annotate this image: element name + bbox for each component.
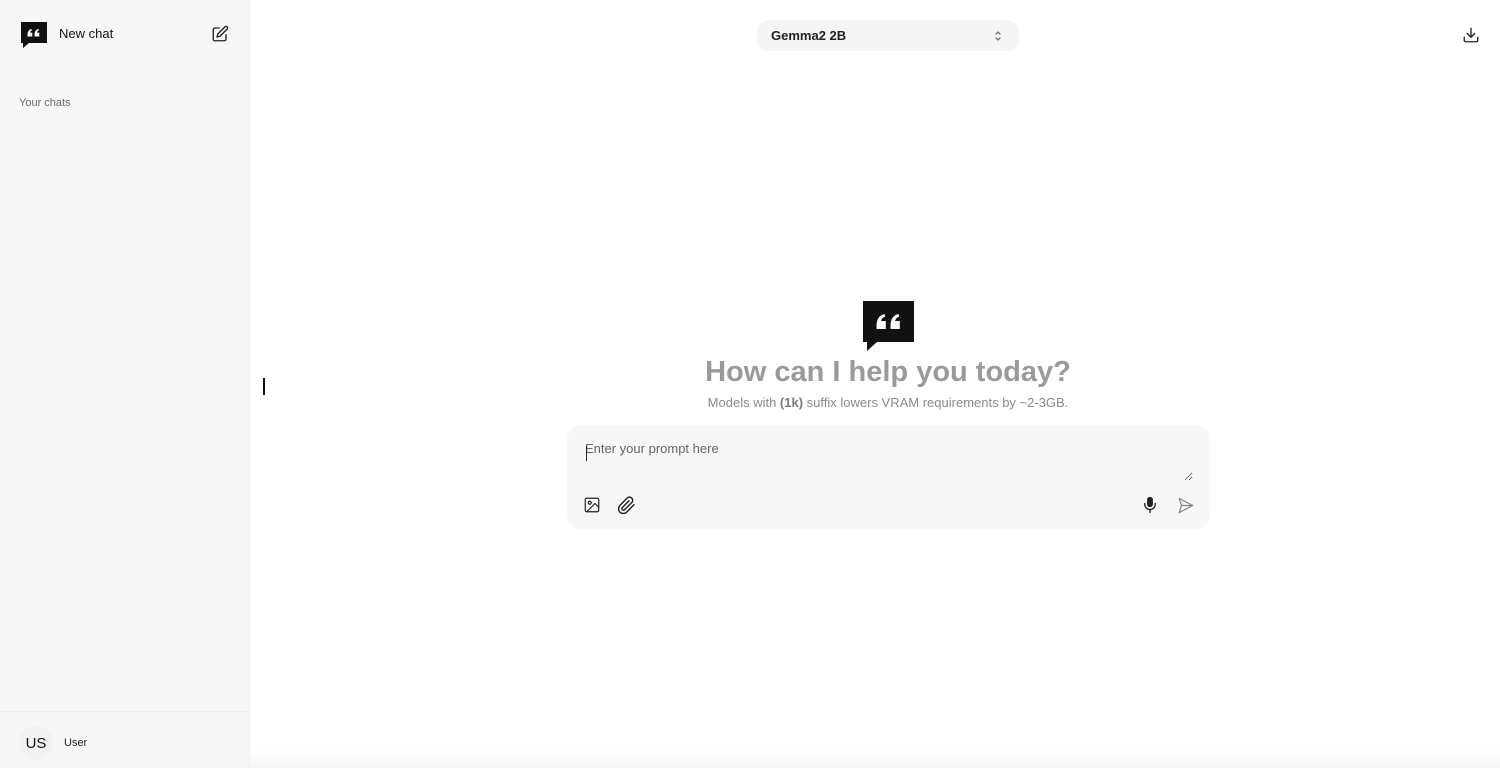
prompt-caret	[586, 446, 587, 461]
subtitle-bold: (1k)	[779, 395, 804, 410]
model-selected-value: Gemma2 2B	[771, 28, 847, 43]
voice-input-button[interactable]	[1138, 493, 1162, 517]
microphone-icon	[1144, 496, 1156, 514]
app-root: New chat Your chats US User Gemma2 2B Ho…	[0, 0, 1500, 768]
attach-file-button[interactable]	[614, 493, 638, 517]
image-icon	[584, 497, 600, 513]
quote-bubble-icon	[863, 301, 914, 351]
new-chat-row[interactable]: New chat	[0, 0, 250, 68]
send-icon	[1178, 497, 1193, 513]
edit-square-icon	[212, 25, 229, 42]
quote-bubble-icon	[21, 22, 47, 48]
prompt-composer	[567, 425, 1210, 529]
subtitle-suffix: suffix lowers VRAM requirements by ~2-3G…	[803, 395, 1069, 410]
model-selector[interactable]: Gemma2 2B	[757, 20, 1019, 51]
new-chat-label[interactable]: New chat	[59, 26, 113, 41]
subtitle-prefix: Models with	[707, 395, 780, 410]
prompt-input[interactable]	[585, 441, 1193, 481]
send-button[interactable]	[1173, 493, 1197, 517]
user-name: User	[64, 737, 88, 749]
download-button[interactable]	[1459, 23, 1483, 47]
bottom-shade	[250, 748, 1500, 768]
paperclip-icon	[617, 495, 635, 514]
avatar[interactable]: US	[19, 726, 53, 760]
new-chat-button[interactable]	[208, 22, 232, 46]
sidebar: New chat Your chats US User	[0, 0, 250, 768]
upload-image-button[interactable]	[580, 493, 604, 517]
welcome-subtitle: Models with (1k) suffix lowers VRAM requ…	[250, 395, 1500, 410]
your-chats-heading: Your chats	[19, 97, 71, 109]
main-panel: Gemma2 2B How can I help you today? Mode…	[250, 0, 1500, 768]
welcome-title: How can I help you today?	[705, 356, 1071, 388]
sidebar-divider	[0, 711, 250, 712]
user-menu[interactable]: US User	[0, 722, 250, 764]
chevron-up-down-icon	[995, 31, 1001, 41]
download-icon	[1463, 27, 1479, 43]
